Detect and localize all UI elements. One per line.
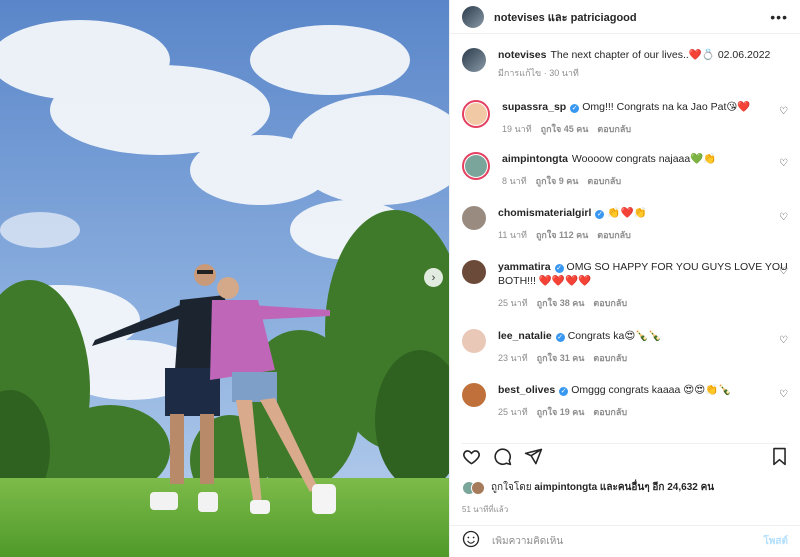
comment-likes[interactable]: ถูกใจ 38 คน xyxy=(537,298,585,308)
verified-badge-icon: ✓ xyxy=(559,387,569,396)
author-avatar[interactable] xyxy=(462,48,486,72)
comment-time: 25 นาที xyxy=(498,407,528,417)
comment-row: aimpintongta Woooow congrats najaaa💚👏 8 น… xyxy=(462,152,792,188)
author-avatar[interactable] xyxy=(462,5,484,28)
commenter-avatar[interactable] xyxy=(462,152,490,180)
commenter-avatar[interactable] xyxy=(462,329,486,353)
share-icon[interactable] xyxy=(524,447,543,471)
reply-button[interactable]: ตอบกลับ xyxy=(593,298,627,308)
liker-avatar xyxy=(471,480,485,495)
comment-likes[interactable]: ถูกใจ 112 คน xyxy=(536,230,588,240)
comment-time: 11 นาที xyxy=(498,230,527,240)
comment-username[interactable]: yammatira xyxy=(498,261,551,273)
comment-input[interactable] xyxy=(492,536,764,547)
heart-icon[interactable] xyxy=(462,447,481,471)
reply-button[interactable]: ตอบกลับ xyxy=(593,353,627,363)
heart-icon[interactable]: ♡ xyxy=(779,266,788,277)
likes-user[interactable]: aimpintongta xyxy=(534,482,597,493)
commenter-avatar[interactable] xyxy=(462,260,486,284)
caption-text: The next chapter of our lives..❤️💍 02.06… xyxy=(550,49,771,61)
heart-icon[interactable]: ♡ xyxy=(779,106,788,117)
caption-meta: มีการแก้ไข · 30 นาที xyxy=(498,68,579,78)
commenter-avatar[interactable] xyxy=(462,206,486,230)
comment-time: 25 นาที xyxy=(498,298,528,308)
comment-icon[interactable] xyxy=(493,447,512,471)
comment-row: supassra_sp ✓ Omg!!! Congrats na ka Jao Pa… xyxy=(462,100,792,136)
verified-badge-icon: ✓ xyxy=(554,264,564,273)
reply-button[interactable]: ตอบกลับ xyxy=(593,407,627,417)
reply-button[interactable]: ตอบกลับ xyxy=(597,230,631,240)
comment-row: lee_natalie ✓ Congrats ka😍🍾🍾 23 นาที ถูกใจ … xyxy=(462,329,792,365)
comment-likes[interactable]: ถูกใจ 9 คน xyxy=(536,176,579,186)
comment-username[interactable]: supassra_sp xyxy=(502,101,566,113)
verified-badge-icon: ✓ xyxy=(555,333,565,342)
comment-text: Omg!!! Congrats na ka Jao Pat😘❤️ xyxy=(582,101,751,113)
likes-summary: ถูกใจโดย aimpintongta และคนอื่นๆ อีก 24,… xyxy=(462,480,714,495)
comment-row: yammatira ✓ OMG SO HAPPY FOR YOU GUYS LOVE… xyxy=(462,260,792,310)
heart-icon[interactable]: ♡ xyxy=(779,389,788,400)
comment-username[interactable]: best_olives xyxy=(498,384,555,396)
likes-middle: และคนอื่นๆ อีก xyxy=(599,482,665,493)
couple-photo-image xyxy=(0,0,449,557)
verified-badge-icon: ✓ xyxy=(595,210,605,219)
comment-composer: โพสต์ xyxy=(450,525,800,557)
comment-likes[interactable]: ถูกใจ 31 คน xyxy=(537,353,585,363)
comment-time: 19 นาที xyxy=(502,124,532,134)
post-detail-panel: notevises และ patriciagood ••• notevises… xyxy=(449,0,800,557)
comment-time: 8 นาที xyxy=(502,176,527,186)
post-photo[interactable]: › xyxy=(0,0,449,557)
comment-text: 👏❤️👏 xyxy=(607,207,647,219)
comment-likes[interactable]: ถูกใจ 45 คน xyxy=(541,124,589,134)
emoji-icon[interactable] xyxy=(462,530,480,553)
comment-text: Omggg congrats kaaaa 😍😍👏🍾 xyxy=(571,384,732,396)
post-button[interactable]: โพสต์ xyxy=(763,534,788,549)
verified-badge-icon: ✓ xyxy=(570,104,580,113)
heart-icon[interactable]: ♡ xyxy=(779,158,788,169)
comment-username[interactable]: aimpintongta xyxy=(502,153,568,165)
comment-text: Congrats ka😍🍾🍾 xyxy=(567,330,662,342)
heart-icon[interactable]: ♡ xyxy=(779,335,788,346)
bookmark-icon[interactable] xyxy=(771,447,788,471)
likes-count[interactable]: 24,632 คน xyxy=(667,480,714,495)
post-actions xyxy=(462,443,788,473)
comment-text: Woooow congrats najaaa💚👏 xyxy=(571,153,717,165)
likes-prefix: ถูกใจโดย xyxy=(491,482,532,493)
comment-time: 23 นาที xyxy=(498,353,528,363)
reply-button[interactable]: ตอบกลับ xyxy=(587,176,621,186)
heart-icon[interactable]: ♡ xyxy=(779,212,788,223)
post-authors[interactable]: notevises และ patriciagood xyxy=(494,8,770,26)
comment-username[interactable]: lee_natalie xyxy=(498,330,552,342)
comment-likes[interactable]: ถูกใจ 19 คน xyxy=(537,407,585,417)
caption-username[interactable]: notevises xyxy=(498,49,546,61)
comment-username[interactable]: chomismaterialgirl xyxy=(498,207,591,219)
comments-list[interactable]: notevises The next chapter of our lives..… xyxy=(450,34,800,439)
caption: notevises The next chapter of our lives..… xyxy=(462,48,792,80)
commenter-avatar[interactable] xyxy=(462,383,486,407)
post-time[interactable]: 51 นาทีที่แล้ว xyxy=(462,503,508,516)
commenter-avatar[interactable] xyxy=(462,100,490,128)
comment-row: best_olives ✓ Omggg congrats kaaaa 😍😍👏🍾 25… xyxy=(462,383,792,419)
post-header: notevises และ patriciagood ••• xyxy=(450,0,800,34)
chevron-right-icon[interactable]: › xyxy=(424,268,443,287)
reply-button[interactable]: ตอบกลับ xyxy=(597,124,631,134)
more-icon[interactable]: ••• xyxy=(770,9,788,25)
comment-row: chomismaterialgirl ✓ 👏❤️👏 11 นาที ถูกใจ 112… xyxy=(462,206,792,242)
